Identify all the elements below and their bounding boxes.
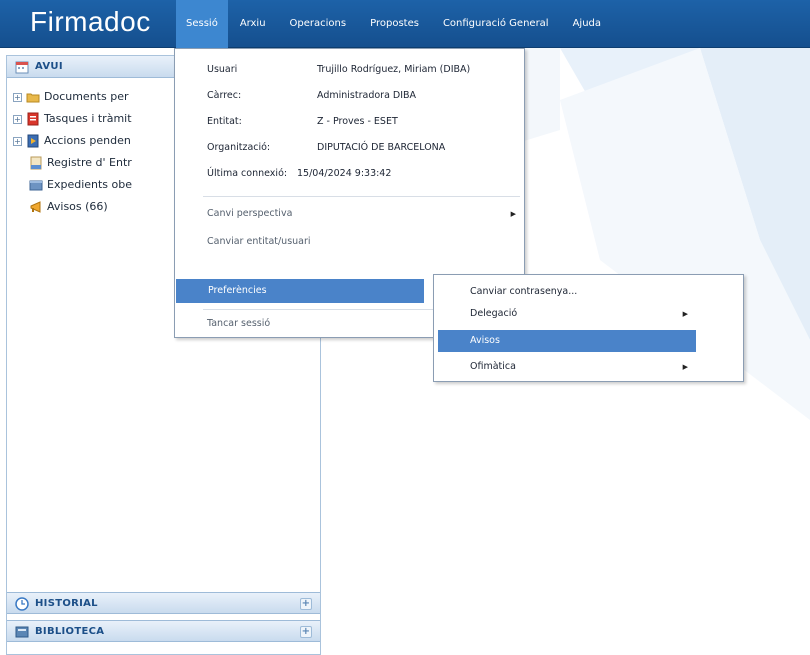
top-bar: Firmadoc Sessió Arxiu Operacions Propost… bbox=[0, 0, 810, 48]
folder-icon bbox=[26, 93, 40, 103]
megaphone-icon bbox=[30, 201, 41, 213]
submenu-item-delegacio[interactable]: Delegació ▶ bbox=[438, 303, 696, 325]
files-icon bbox=[29, 180, 43, 191]
menu-ajuda[interactable]: Ajuda bbox=[561, 0, 613, 48]
menu-configuracio-general[interactable]: Configuració General bbox=[431, 0, 561, 48]
library-icon bbox=[15, 626, 29, 638]
expand-icon[interactable]: + bbox=[13, 115, 22, 124]
submenu-item-canviar-contrasenya[interactable]: Canviar contrasenya... bbox=[438, 281, 696, 303]
expand-icon[interactable]: + bbox=[300, 598, 312, 610]
submenu-arrow-icon: ▶ bbox=[682, 310, 688, 318]
history-icon bbox=[15, 597, 29, 611]
panel-title: AVUI bbox=[35, 61, 63, 72]
submenu-arrow-icon: ▶ bbox=[682, 363, 688, 371]
panel-title: BIBLIOTECA bbox=[35, 626, 105, 637]
expand-icon[interactable]: + bbox=[13, 137, 22, 146]
menu-sessio[interactable]: Sessió bbox=[176, 0, 228, 48]
menu-item-canviar-entitat[interactable]: Canviar entitat/usuari bbox=[175, 230, 524, 254]
menu-arxiu[interactable]: Arxiu bbox=[228, 0, 278, 48]
submenu-item-avisos[interactable]: Avisos bbox=[438, 330, 696, 352]
calendar-icon bbox=[15, 61, 29, 74]
actions-icon bbox=[27, 134, 39, 148]
main-menu: Sessió Arxiu Operacions Propostes Config… bbox=[176, 0, 613, 48]
tasks-icon bbox=[27, 112, 39, 126]
menu-item-preferencies[interactable]: Preferències bbox=[176, 279, 424, 303]
menu-operacions[interactable]: Operacions bbox=[278, 0, 359, 48]
preferences-submenu: Canviar contrasenya... Delegació ▶ Aviso… bbox=[433, 274, 744, 382]
app-logo: Firmadoc bbox=[30, 6, 151, 37]
submenu-arrow-icon: ▶ bbox=[510, 210, 516, 218]
menu-item-canvi-perspectiva[interactable]: Canvi perspectiva ▶ bbox=[175, 202, 524, 226]
panel-title: HISTORIAL bbox=[35, 598, 98, 609]
panel-header-biblioteca[interactable]: BIBLIOTECA + bbox=[7, 620, 320, 642]
submenu-item-ofimatica[interactable]: Ofimàtica ▶ bbox=[438, 356, 696, 378]
register-icon bbox=[30, 156, 42, 170]
menu-separator bbox=[203, 196, 520, 197]
menu-propostes[interactable]: Propostes bbox=[358, 0, 431, 48]
expand-icon[interactable]: + bbox=[13, 93, 22, 102]
expand-icon[interactable]: + bbox=[300, 626, 312, 638]
bottom-panels: HISTORIAL + BIBLIOTECA + bbox=[7, 592, 320, 654]
panel-header-historial[interactable]: HISTORIAL + bbox=[7, 592, 320, 614]
